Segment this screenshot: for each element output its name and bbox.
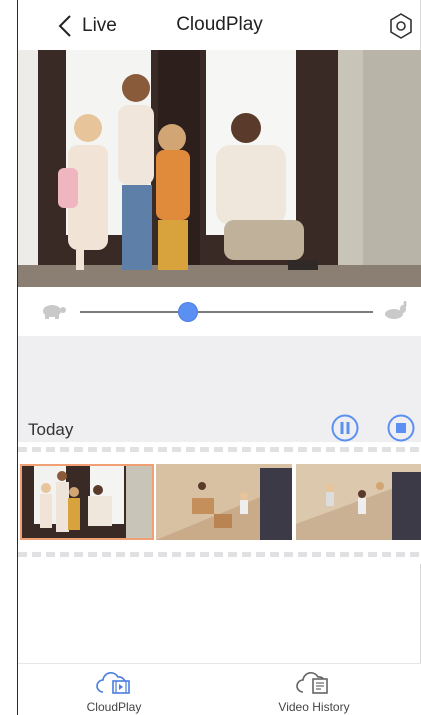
video-player[interactable]	[18, 50, 421, 287]
tab-video-history[interactable]: Video History	[244, 670, 384, 714]
film-perforation	[18, 447, 421, 452]
bottom-tab-bar: CloudPlay Video History	[18, 663, 421, 715]
recording-thumbnail[interactable]	[296, 464, 421, 540]
pause-icon[interactable]	[331, 414, 359, 442]
tab-label: Video History	[278, 700, 350, 714]
video-frame	[18, 50, 421, 287]
film-perforation	[18, 552, 421, 557]
recording-film-strip[interactable]	[18, 442, 421, 564]
cloud-film-icon	[96, 672, 130, 694]
turtle-icon	[43, 305, 66, 319]
recording-thumbnail[interactable]	[20, 464, 154, 540]
top-nav-bar: Live CloudPlay	[18, 0, 421, 50]
recording-thumbnail[interactable]	[156, 464, 292, 540]
app-screen: Live CloudPlay Today CloudPlay Video His…	[0, 0, 421, 715]
stop-icon[interactable]	[387, 414, 415, 442]
thumbnail-image	[296, 464, 421, 540]
playback-speed-row	[18, 287, 421, 336]
thumbnail-image	[20, 464, 154, 540]
thumbnail-image	[156, 464, 292, 540]
gear-icon[interactable]	[387, 12, 415, 40]
speed-slider-track[interactable]	[80, 311, 373, 313]
section-label-today: Today	[28, 420, 74, 439]
tab-cloudplay[interactable]: CloudPlay	[44, 670, 184, 714]
speed-slider-handle[interactable]	[179, 303, 198, 321]
cloud-history-icon	[296, 672, 328, 694]
tab-label: CloudPlay	[86, 700, 142, 714]
rabbit-icon	[385, 301, 407, 319]
page-title: CloudPlay	[176, 14, 263, 35]
